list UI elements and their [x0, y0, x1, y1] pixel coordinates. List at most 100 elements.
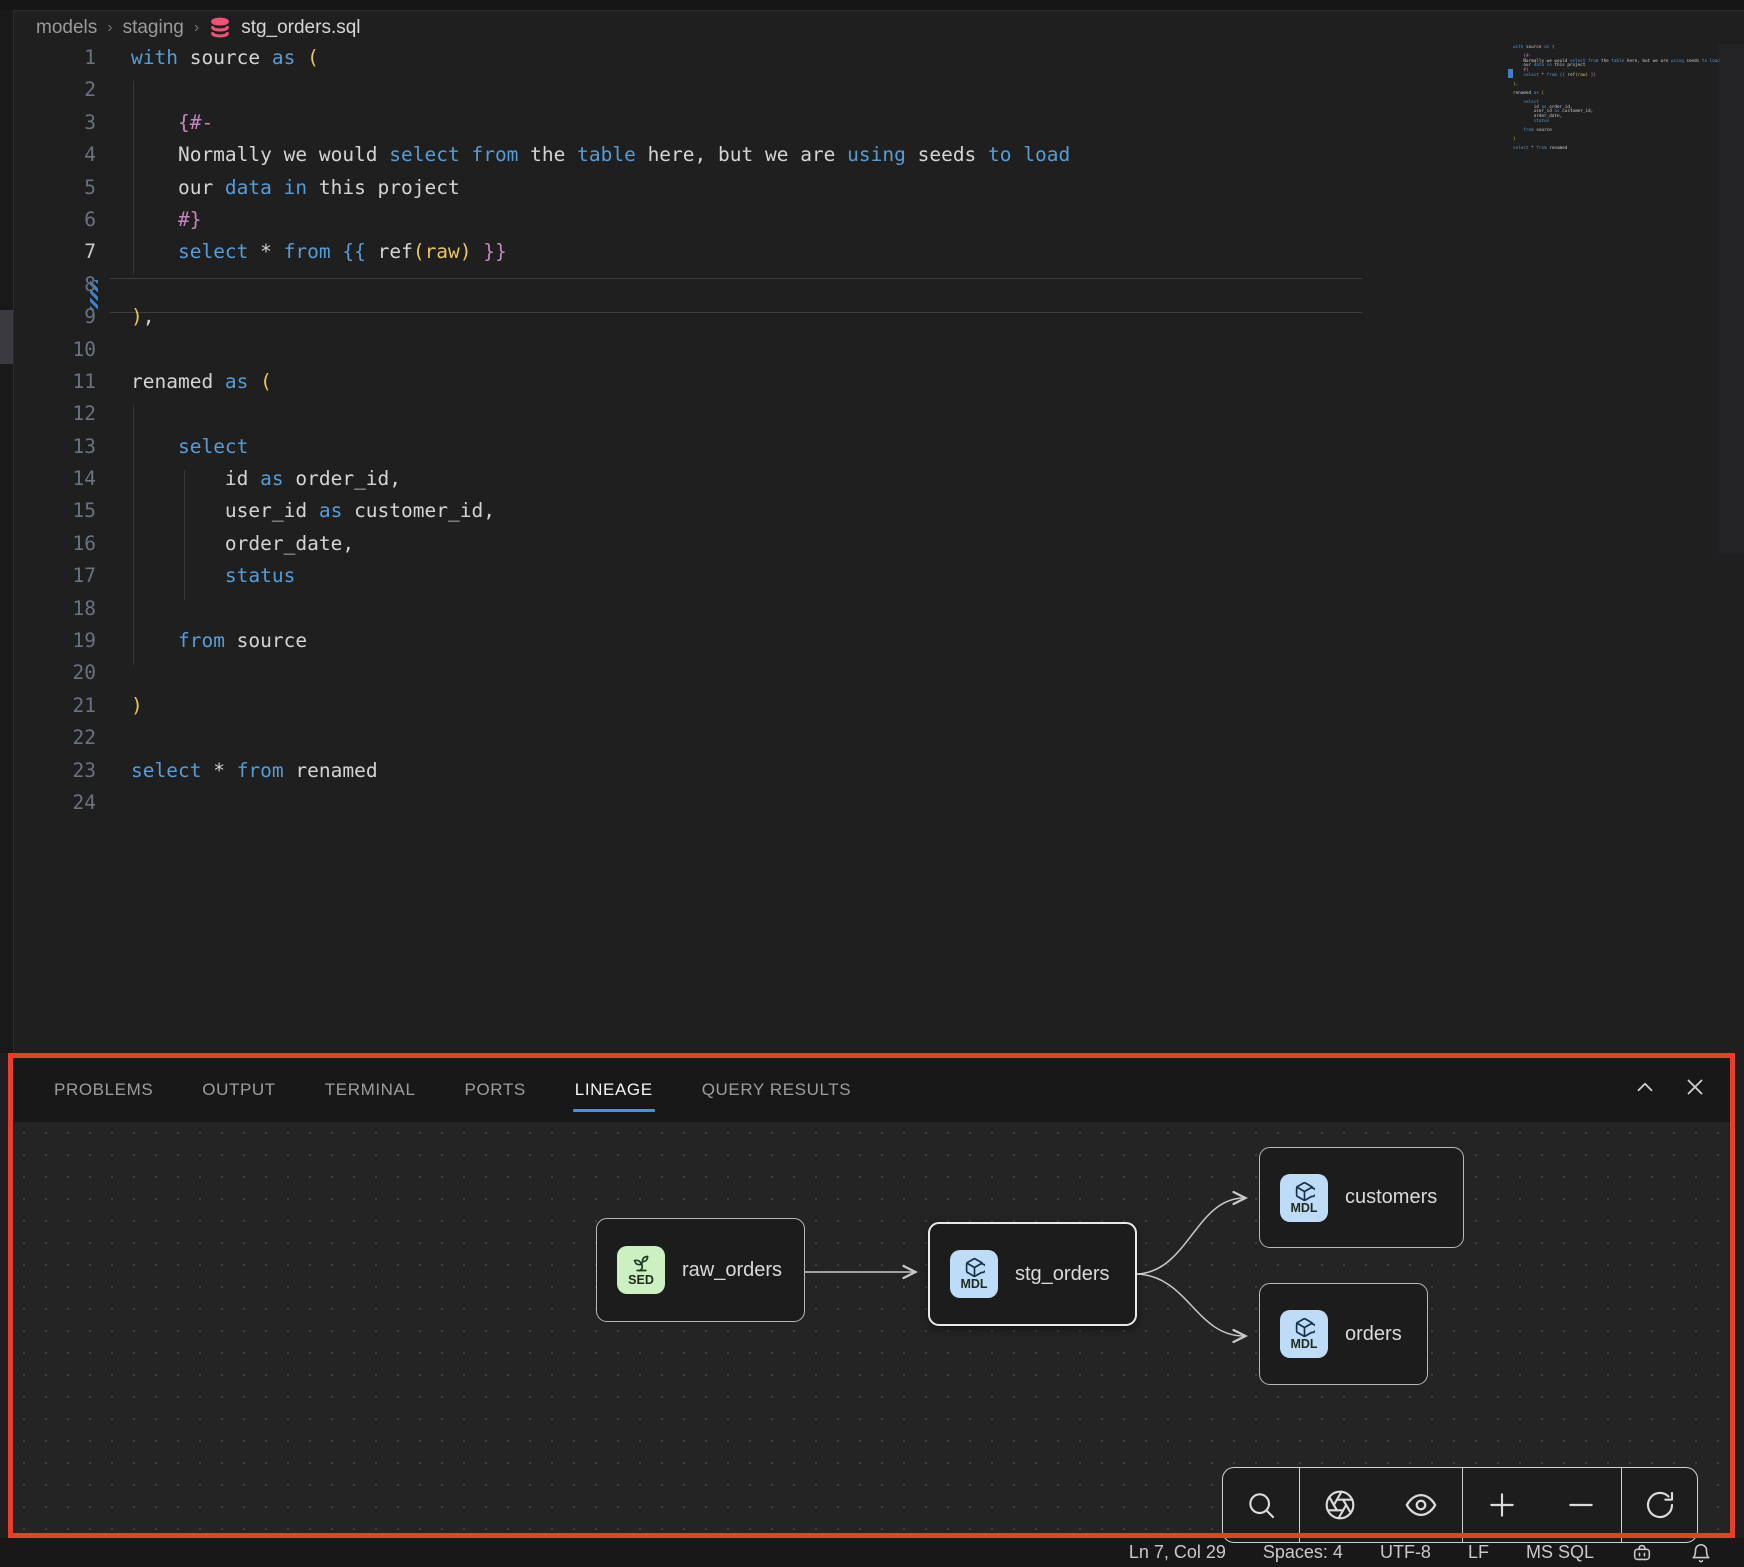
code-line[interactable]: renamed as (	[131, 366, 1070, 398]
code-line[interactable]	[131, 722, 1070, 754]
left-gutter-strip	[0, 10, 14, 1053]
code-line[interactable]	[131, 74, 1070, 106]
vscode-window: models › staging › stg_orders.sql 123456…	[0, 0, 1744, 1567]
code-line[interactable]: order_date,	[131, 528, 1070, 560]
code-content[interactable]: with source as ( {#- Normally we would s…	[131, 42, 1070, 819]
minimap[interactable]: with source as ( {#- Normally we would s…	[1513, 46, 1693, 156]
status-cursor-position[interactable]: Ln 7, Col 29	[1129, 1542, 1226, 1563]
line-number: 10	[14, 334, 96, 366]
line-number: 8	[14, 269, 96, 301]
status-eol[interactable]: LF	[1468, 1542, 1489, 1563]
cube-badge: MDL	[950, 1250, 998, 1298]
code-line[interactable]	[131, 334, 1070, 366]
code-line[interactable]	[131, 398, 1070, 430]
code-line[interactable]	[131, 787, 1070, 819]
line-number: 22	[14, 722, 96, 754]
chevron-up-icon[interactable]	[1632, 1074, 1658, 1100]
status-indentation[interactable]: Spaces: 4	[1263, 1542, 1343, 1563]
tab-terminal[interactable]: TERMINAL	[325, 1058, 416, 1122]
aperture-icon[interactable]	[1300, 1468, 1381, 1542]
line-numbers-gutter: 123456789101112131415161718192021222324	[14, 42, 96, 819]
breadcrumb-separator-icon: ›	[107, 19, 112, 37]
line-number: 5	[14, 172, 96, 204]
code-line[interactable]: select * from renamed	[131, 755, 1070, 787]
line-number: 3	[14, 107, 96, 139]
code-line[interactable]: our data in this project	[131, 172, 1070, 204]
line-number: 17	[14, 560, 96, 592]
lineage-node-orders[interactable]: MDL orders	[1259, 1283, 1428, 1385]
status-language-mode[interactable]: MS SQL	[1526, 1542, 1594, 1563]
code-line[interactable]: Normally we would select from the table …	[131, 139, 1070, 171]
line-number: 2	[14, 74, 96, 106]
tab-lineage[interactable]: LINEAGE	[575, 1058, 653, 1122]
editor-scrollbar[interactable]	[1718, 44, 1744, 554]
code-line[interactable]: from source	[131, 625, 1070, 657]
database-icon	[209, 17, 231, 39]
tab-query-results[interactable]: QUERY RESULTS	[702, 1058, 852, 1122]
code-line[interactable]	[131, 593, 1070, 625]
tab-ports[interactable]: PORTS	[465, 1058, 526, 1122]
lineage-node-customers[interactable]: MDLcustomers	[1259, 1147, 1464, 1248]
line-number: 15	[14, 495, 96, 527]
lineage-toolbar	[1222, 1467, 1698, 1543]
line-number: 4	[14, 139, 96, 171]
search-icon[interactable]	[1223, 1468, 1299, 1542]
line-number: 20	[14, 657, 96, 689]
code-line[interactable]: id as order_id,	[131, 463, 1070, 495]
line-number: 19	[14, 625, 96, 657]
refresh-icon[interactable]	[1622, 1468, 1697, 1542]
line-number: 11	[14, 366, 96, 398]
minimap-modified-marker	[1508, 69, 1513, 78]
lineage-node-stg_orders[interactable]: MDL stg_orders	[928, 1222, 1137, 1326]
node-label: orders	[1345, 1323, 1402, 1346]
code-line[interactable]	[131, 269, 1070, 301]
line-number: 9	[14, 301, 96, 333]
line-number: 12	[14, 398, 96, 430]
code-line[interactable]: {#-	[131, 107, 1070, 139]
line-number: 6	[14, 204, 96, 236]
code-line[interactable]: select * from {{ ref(raw) }}	[131, 236, 1070, 268]
line-number: 14	[14, 463, 96, 495]
tab-problems[interactable]: PROBLEMS	[54, 1058, 153, 1122]
line-number: 16	[14, 528, 96, 560]
node-label: raw_orders	[682, 1259, 782, 1282]
line-number: 7	[14, 236, 96, 268]
zoom-out-icon[interactable]	[1542, 1468, 1621, 1542]
lineage-node-raw_orders[interactable]: SED raw_orders	[596, 1218, 805, 1322]
lineage-canvas[interactable]: SEDraw_ordersMDLstg_ordersMDLcustomersMD…	[13, 1122, 1730, 1533]
panel-tab-bar: PROBLEMS OUTPUT TERMINAL PORTS LINEAGE QUERY …	[13, 1058, 1730, 1122]
code-line[interactable]	[131, 657, 1070, 689]
code-line[interactable]: #}	[131, 204, 1070, 236]
eye-icon[interactable]	[1381, 1468, 1462, 1542]
close-icon[interactable]	[1682, 1074, 1708, 1100]
breadcrumb-filename[interactable]: stg_orders.sql	[241, 17, 360, 39]
code-line[interactable]: select	[131, 431, 1070, 463]
line-number: 21	[14, 690, 96, 722]
badge-label: MDL	[1290, 1338, 1317, 1351]
cube-badge: MDL	[1280, 1310, 1328, 1358]
seedling-badge: SED	[617, 1246, 665, 1294]
bell-icon[interactable]	[1690, 1542, 1712, 1564]
breadcrumb-staging[interactable]: staging	[123, 17, 184, 39]
zoom-in-icon[interactable]	[1463, 1468, 1542, 1542]
line-number: 13	[14, 431, 96, 463]
code-editor[interactable]: 123456789101112131415161718192021222324 …	[14, 42, 1714, 1052]
badge-label: MDL	[1290, 1202, 1317, 1215]
code-line[interactable]: status	[131, 560, 1070, 592]
line-number: 1	[14, 42, 96, 74]
panel-actions	[1632, 1074, 1708, 1100]
bottom-panel: PROBLEMS OUTPUT TERMINAL PORTS LINEAGE QUERY …	[13, 1058, 1730, 1533]
status-encoding[interactable]: UTF-8	[1380, 1542, 1431, 1563]
code-line[interactable]: )	[131, 690, 1070, 722]
copilot-robot-icon[interactable]	[1631, 1542, 1653, 1564]
breadcrumb-models[interactable]: models	[36, 17, 97, 39]
node-label: stg_orders	[1015, 1263, 1110, 1286]
tab-output[interactable]: OUTPUT	[202, 1058, 275, 1122]
left-strip-thumb[interactable]	[0, 310, 13, 364]
badge-label: SED	[628, 1274, 654, 1287]
code-line[interactable]: user_id as customer_id,	[131, 495, 1070, 527]
code-line[interactable]: with source as (	[131, 42, 1070, 74]
cube-badge: MDL	[1280, 1174, 1328, 1222]
code-line[interactable]: ),	[131, 301, 1070, 333]
line-number: 23	[14, 755, 96, 787]
